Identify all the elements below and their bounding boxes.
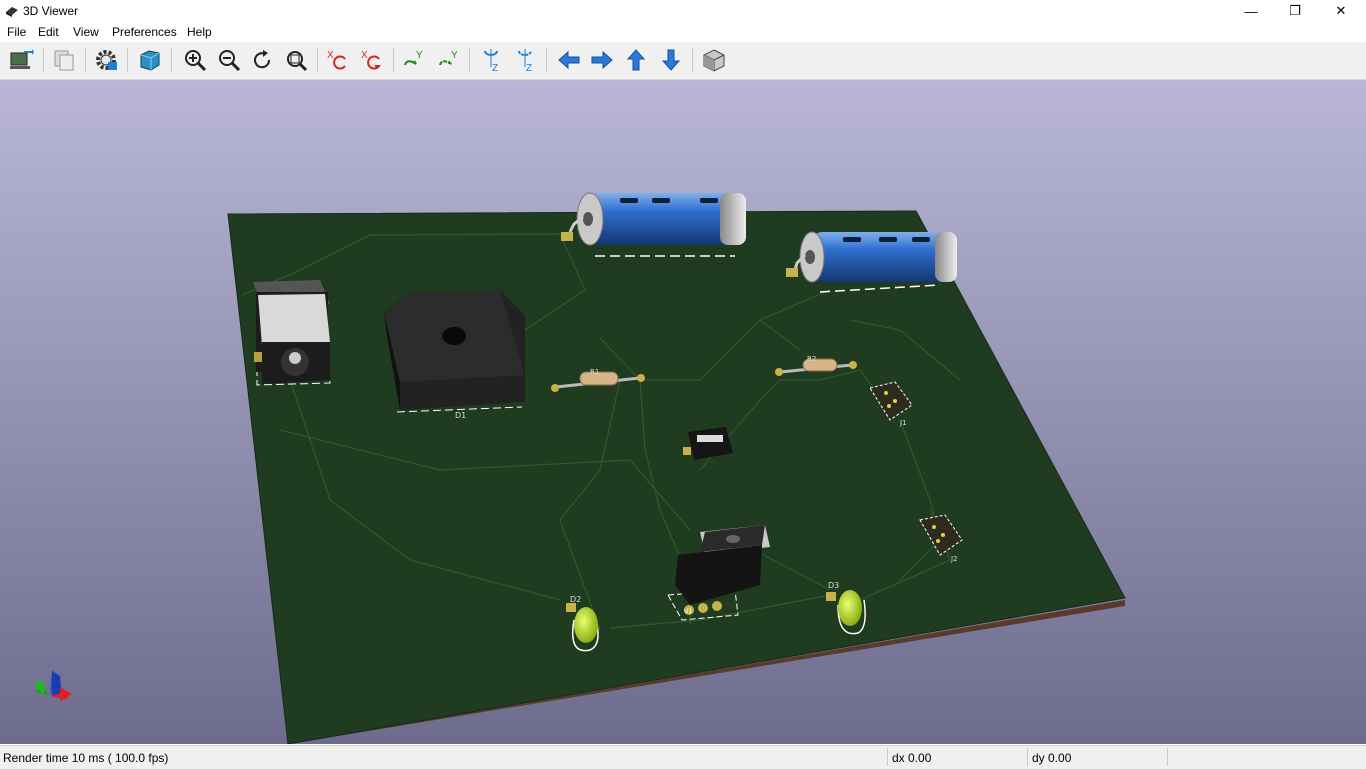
menu-bar: File Edit View Preferences Help — [0, 22, 1366, 42]
menu-help[interactable]: Help — [187, 25, 212, 39]
rotate-y-ccw-button[interactable]: Y — [436, 46, 464, 74]
dc-jack-j1 — [253, 280, 331, 386]
copy-icon — [54, 50, 74, 71]
arrow-up-icon — [626, 49, 646, 71]
pcb-render[interactable]: D1 R1 R2 J1 J2 U1 D2 D3 — [0, 80, 1366, 744]
reload-board-icon — [10, 49, 34, 69]
move-right-button[interactable] — [588, 46, 616, 74]
rotate-x-cw-button[interactable]: X — [324, 46, 352, 74]
rotate-y-icon: Y — [439, 50, 458, 66]
label-j2: J2 — [950, 555, 958, 563]
label-d1: D1 — [455, 411, 466, 420]
rotate-x-icon: X — [327, 50, 346, 70]
svg-text:X: X — [361, 50, 368, 61]
svg-text:X: X — [327, 50, 334, 61]
move-down-button[interactable] — [657, 46, 685, 74]
refresh-icon — [254, 50, 271, 69]
minimize-icon: — — [1244, 3, 1258, 19]
move-left-button[interactable] — [555, 46, 583, 74]
svg-text:Y: Y — [451, 50, 458, 61]
arrow-down-icon — [661, 49, 681, 71]
rotate-y-icon: Y — [404, 50, 423, 66]
title-bar: 3D Viewer — ❐ ✕ — [0, 0, 1366, 22]
bridge-rectifier-d1: D1 — [384, 290, 525, 420]
rotate-z-cw-button[interactable]: Z — [477, 46, 505, 74]
svg-text:Y: Y — [416, 50, 423, 61]
restore-icon: ❐ — [1289, 3, 1301, 18]
zoom-out-button[interactable] — [215, 46, 243, 74]
render-options-button[interactable] — [92, 46, 120, 74]
cube-icon — [140, 50, 160, 71]
ortho-cube-icon — [703, 49, 725, 72]
window-title: 3D Viewer — [23, 4, 79, 18]
label-u1: U1 — [684, 608, 692, 615]
arrow-left-icon — [558, 50, 580, 70]
reload-board-button[interactable] — [7, 46, 35, 74]
rotate-x-ccw-button[interactable]: X — [358, 46, 386, 74]
dy-readout: dy 0.00 — [1032, 751, 1072, 765]
menu-view[interactable]: View — [73, 25, 99, 39]
app-icon — [6, 7, 18, 17]
rotate-x-icon: X — [361, 50, 381, 70]
move-up-button[interactable] — [622, 46, 650, 74]
rotate-y-cw-button[interactable]: Y — [401, 46, 429, 74]
zoom-fit-button[interactable] — [282, 46, 310, 74]
zoom-fit-icon — [287, 51, 308, 72]
zoom-in-icon — [185, 50, 207, 72]
minimize-button[interactable]: — — [1228, 0, 1274, 22]
close-button[interactable]: ✕ — [1318, 0, 1364, 22]
label-d2: D2 — [570, 595, 581, 604]
label-r2: R2 — [807, 355, 816, 363]
label-r1: R1 — [590, 368, 599, 376]
gear-icon — [96, 50, 117, 70]
zoom-in-button[interactable] — [181, 46, 209, 74]
rotate-z-icon: Z — [484, 49, 498, 73]
arrow-right-icon — [591, 50, 613, 70]
menu-edit[interactable]: Edit — [38, 25, 59, 39]
label-j1: J1 — [899, 419, 907, 427]
dx-readout: dx 0.00 — [892, 751, 932, 765]
menu-file[interactable]: File — [7, 25, 26, 39]
restore-button[interactable]: ❐ — [1272, 0, 1318, 22]
svg-text:Z: Z — [492, 63, 498, 73]
render-time-text: Render time 10 ms ( 100.0 fps) — [3, 751, 169, 765]
label-d3: D3 — [828, 581, 839, 590]
svg-text:Z: Z — [526, 63, 532, 73]
menu-preferences[interactable]: Preferences — [112, 25, 177, 39]
status-bar: Render time 10 ms ( 100.0 fps) dx 0.00 d… — [0, 745, 1366, 769]
close-icon: ✕ — [1335, 3, 1347, 18]
copy-image-button[interactable] — [50, 46, 78, 74]
raytrace-button[interactable] — [136, 46, 164, 74]
toolbar: X X Y Y Z Z — [0, 42, 1366, 80]
toggle-ortho-button[interactable] — [700, 46, 728, 74]
rotate-z-icon: Z — [518, 49, 532, 73]
redraw-button[interactable] — [248, 46, 276, 74]
rotate-z-ccw-button[interactable]: Z — [511, 46, 539, 74]
3d-viewport[interactable]: D1 R1 R2 J1 J2 U1 D2 D3 — [0, 80, 1366, 744]
zoom-out-icon — [219, 50, 241, 72]
